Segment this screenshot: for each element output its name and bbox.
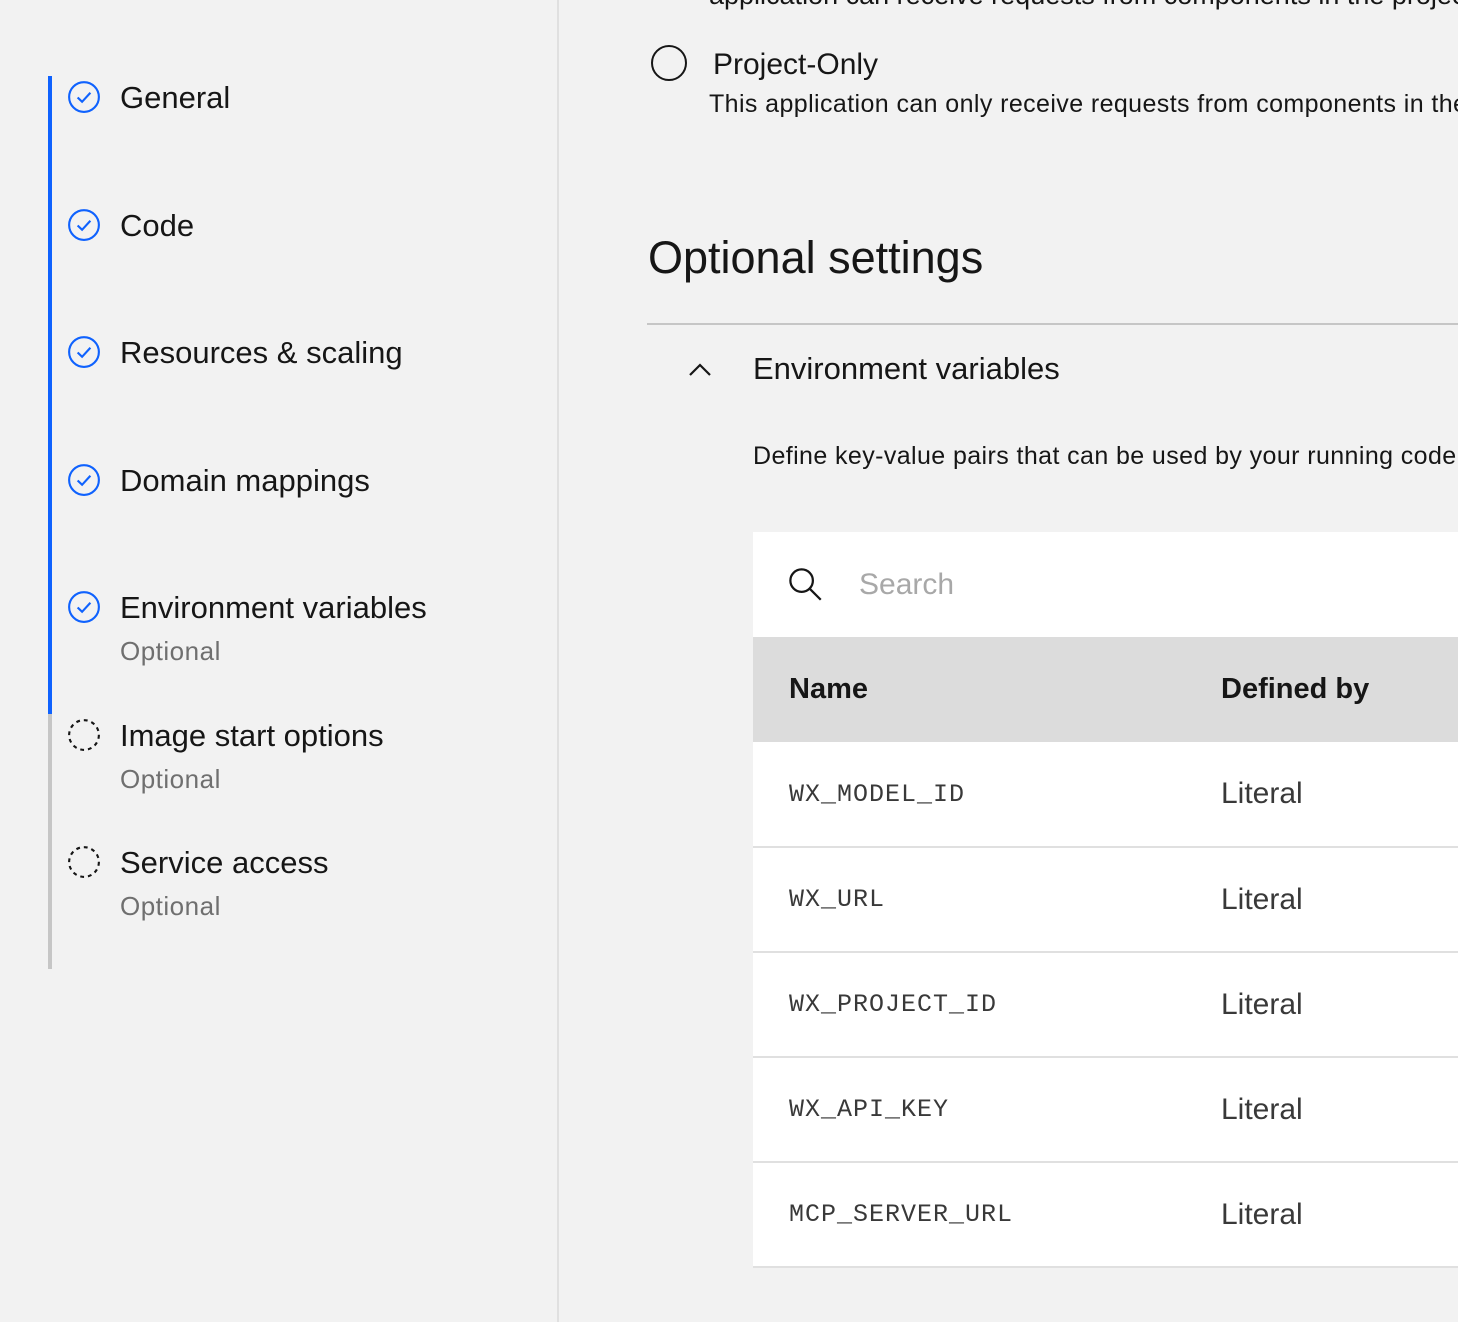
dashed-circle-icon — [68, 846, 100, 878]
step-label: Image start options — [120, 717, 384, 753]
step-label: Service access — [120, 845, 329, 880]
step-label: Domain mappings — [120, 462, 370, 498]
checkmark-outline-icon — [68, 463, 100, 496]
column-header-defined-by[interactable]: Defined by — [1185, 637, 1458, 742]
env-variables-accordion-title: Environment variables — [753, 351, 1060, 386]
optional-settings-heading: Optional settings — [648, 232, 984, 283]
step-optional-label: Optional — [120, 636, 221, 666]
search-input[interactable] — [849, 558, 1449, 612]
step-progress-bar — [48, 841, 52, 969]
env-var-name-cell: WX_API_KEY — [789, 1095, 950, 1124]
env-variables-table: Name Defined by WX_MODEL_ID Literal WX_U… — [753, 532, 1458, 1268]
column-header-name[interactable]: Name — [753, 637, 1185, 742]
step-label: Resources & scaling — [120, 335, 403, 370]
env-var-defined-by-cell: Literal — [1221, 1197, 1303, 1231]
env-var-defined-by-cell: Literal — [1221, 987, 1303, 1021]
step-environment-variables[interactable]: Environment variables Optional — [48, 586, 528, 714]
step-image-start-options[interactable]: Image start options Optional — [48, 713, 528, 842]
env-var-name-cell: MCP_SERVER_URL — [789, 1200, 1014, 1229]
step-resources-scaling[interactable]: Resources & scaling — [48, 331, 528, 459]
step-progress-bar — [48, 586, 52, 714]
table-row[interactable]: MCP_SERVER_URL Literal — [753, 1162, 1458, 1267]
checkmark-outline-icon — [68, 208, 100, 241]
env-var-name-cell: WX_URL — [789, 885, 886, 914]
env-var-defined-by-cell: Literal — [1221, 1092, 1303, 1126]
step-progress-bar — [48, 713, 52, 842]
page: General Code Resources & scaling Domain … — [0, 0, 1458, 1322]
table-toolbar — [753, 532, 1458, 637]
step-progress-bar — [48, 203, 52, 332]
env-variables-description: Define key-value pairs that can be used … — [753, 442, 1458, 470]
table-header-row: Name Defined by — [753, 637, 1458, 742]
step-label: Environment variables — [120, 590, 427, 625]
project-only-radio[interactable] — [651, 45, 687, 81]
progress-sidebar: General Code Resources & scaling Domain … — [0, 0, 559, 1322]
main-content: application can receive requests from co… — [559, 0, 1458, 1322]
step-label: General — [120, 80, 231, 115]
step-code[interactable]: Code — [48, 203, 528, 332]
step-label: Code — [120, 207, 195, 243]
env-var-defined-by-cell: Literal — [1221, 882, 1303, 916]
table-row[interactable]: WX_MODEL_ID Literal — [753, 742, 1458, 847]
project-only-helper-text: This application can only receive reques… — [709, 90, 1458, 118]
project-only-radio-label[interactable]: Project-Only — [713, 45, 878, 85]
step-general[interactable]: General — [48, 76, 528, 204]
table-row[interactable]: WX_PROJECT_ID Literal — [753, 952, 1458, 1057]
env-var-name-cell: WX_PROJECT_ID — [789, 990, 998, 1019]
clipped-radio-help-text: application can receive requests from co… — [709, 0, 1458, 11]
env-var-defined-by-cell: Literal — [1221, 777, 1303, 810]
step-optional-label: Optional — [120, 763, 221, 794]
step-progress-bar — [48, 458, 52, 587]
checkmark-outline-icon — [68, 591, 100, 623]
chevron-up-icon — [689, 363, 711, 376]
data-table: Name Defined by WX_MODEL_ID Literal WX_U… — [753, 637, 1458, 1268]
step-optional-label: Optional — [120, 891, 221, 921]
step-service-access[interactable]: Service access Optional — [48, 841, 528, 969]
dashed-circle-icon — [68, 718, 100, 751]
env-variables-accordion-toggle[interactable]: Environment variables — [647, 325, 1458, 417]
table-row[interactable]: WX_API_KEY Literal — [753, 1057, 1458, 1162]
checkmark-outline-icon — [68, 81, 100, 113]
checkmark-outline-icon — [68, 336, 100, 368]
step-progress-bar — [48, 76, 52, 204]
table-row[interactable]: WX_URL Literal — [753, 847, 1458, 952]
step-progress-bar — [48, 331, 52, 459]
env-var-name-cell: WX_MODEL_ID — [789, 779, 966, 809]
search-icon — [789, 568, 822, 601]
step-domain-mappings[interactable]: Domain mappings — [48, 458, 528, 587]
